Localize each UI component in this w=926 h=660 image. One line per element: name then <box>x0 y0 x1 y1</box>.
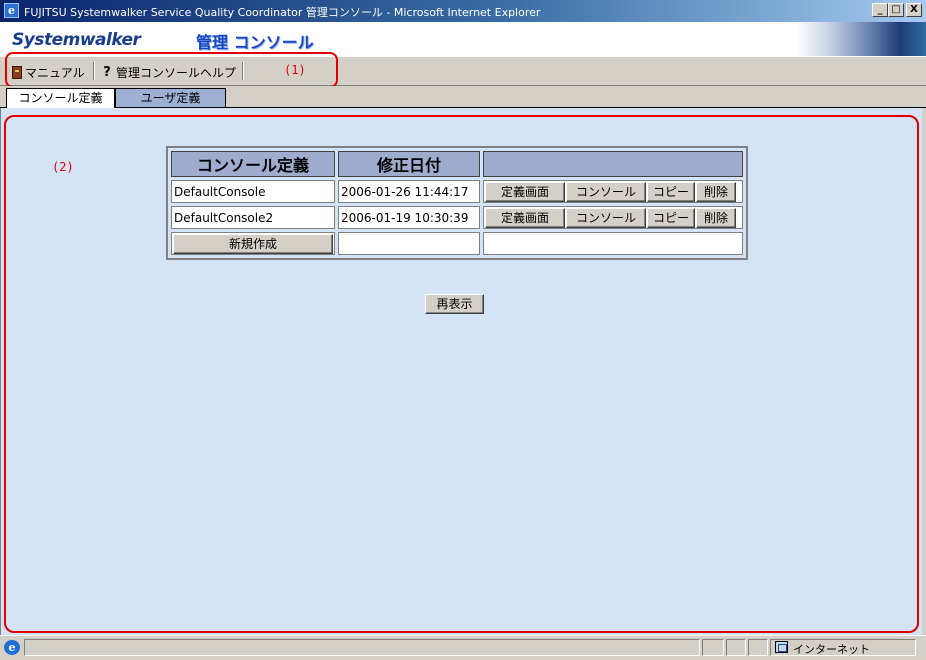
row-actions: 定義画面 コンソール コピー 削除 <box>483 180 743 203</box>
maximize-button[interactable]: □ <box>888 3 904 17</box>
tab-console-definition[interactable]: コンソール定義 <box>6 88 115 108</box>
console-definition-table: コンソール定義 修正日付 DefaultConsole 2006-01-26 1… <box>166 146 748 260</box>
copy-button[interactable]: コピー <box>647 181 695 202</box>
console-button[interactable]: コンソール <box>566 181 646 202</box>
table-header-row: コンソール定義 修正日付 <box>171 151 743 177</box>
window-title: FUJITSU Systemwalker Service Quality Coo… <box>24 6 541 19</box>
modified-date-cell: 2006-01-26 11:44:17 <box>338 180 480 203</box>
internet-zone-icon <box>775 641 788 653</box>
console-name-cell: DefaultConsole <box>171 180 335 203</box>
annotation-box-1 <box>5 52 338 88</box>
column-header-modified-date: 修正日付 <box>338 151 480 177</box>
empty-cell <box>338 232 480 255</box>
ie-app-icon[interactable]: e <box>4 3 19 18</box>
window-controls: _ □ X <box>872 3 922 17</box>
minimize-button[interactable]: _ <box>872 3 888 17</box>
content-frame-edge <box>922 108 926 635</box>
console-button[interactable]: コンソール <box>566 207 646 228</box>
column-header-actions <box>483 151 743 177</box>
table-row: DefaultConsole 2006-01-26 11:44:17 定義画面コ… <box>171 180 743 203</box>
column-header-console-definition: コンソール定義 <box>171 151 335 177</box>
delete-button[interactable]: 削除 <box>696 207 736 228</box>
status-panel <box>726 639 746 656</box>
page-title: 管理 コンソール <box>196 33 314 52</box>
systemwalker-logo: Systemwalker <box>12 30 141 50</box>
table-row: DefaultConsole2 2006-01-19 10:30:39 定義画面… <box>171 206 743 229</box>
status-text-panel <box>24 639 700 656</box>
console-name-cell: DefaultConsole2 <box>171 206 335 229</box>
definition-screen-button[interactable]: 定義画面 <box>485 181 565 202</box>
delete-button[interactable]: 削除 <box>696 181 736 202</box>
new-button-cell: 新規作成 <box>171 232 335 255</box>
status-panel <box>748 639 768 656</box>
status-bar: e インターネット <box>0 635 926 660</box>
banner-graphic <box>796 22 926 56</box>
copy-button[interactable]: コピー <box>647 207 695 228</box>
page-status-icon: e <box>4 640 20 655</box>
refresh-button[interactable]: 再表示 <box>425 294 484 314</box>
empty-cell <box>483 232 743 255</box>
status-panel <box>702 639 724 656</box>
zone-label: インターネット <box>793 643 870 656</box>
row-actions: 定義画面 コンソール コピー 削除 <box>483 206 743 229</box>
tab-user-definition[interactable]: ユーザ定義 <box>115 88 226 108</box>
new-create-button[interactable]: 新規作成 <box>173 233 333 254</box>
security-zone-panel: インターネット <box>770 639 916 656</box>
modified-date-cell: 2006-01-19 10:30:39 <box>338 206 480 229</box>
annotation-2: (2) <box>52 160 74 174</box>
definition-screen-button[interactable]: 定義画面 <box>485 207 565 228</box>
window-title-bar: e FUJITSU Systemwalker Service Quality C… <box>0 0 926 22</box>
table-row-new: 新規作成 <box>171 232 743 255</box>
header-banner: Systemwalker 管理 コンソール <box>0 22 926 56</box>
close-button[interactable]: X <box>906 3 922 17</box>
